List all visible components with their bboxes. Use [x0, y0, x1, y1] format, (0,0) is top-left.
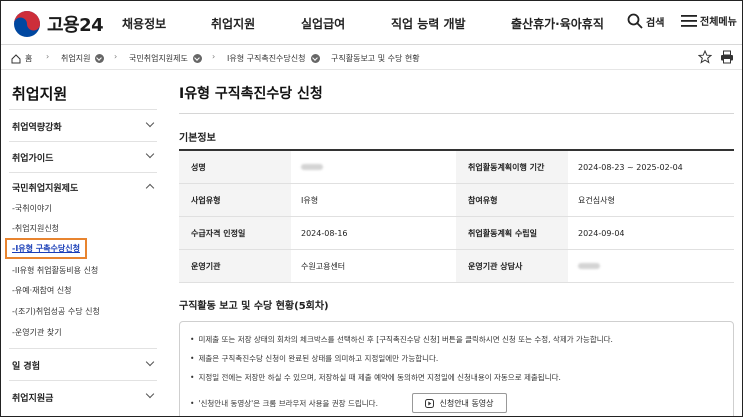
- table-row: 사업유형 I유형 참여유형 요건심사형: [179, 184, 734, 217]
- label-program-type: 사업유형: [179, 184, 291, 216]
- breadcrumb-item-current: 구직활동보고 및 수당 현황: [331, 54, 420, 63]
- hamburger-menu-icon: [681, 14, 697, 27]
- masked-value: [301, 164, 323, 170]
- divider: [9, 380, 157, 381]
- notice-item: 미제출 또는 저장 상태의 회차의 체크박스를 선택하신 후 [구직촉진수당 신…: [190, 334, 612, 345]
- divider: [9, 348, 157, 349]
- chevron-down-icon[interactable]: [145, 389, 155, 399]
- chevron-down-icon[interactable]: [145, 357, 155, 367]
- divider: [9, 172, 157, 173]
- label-participation-type: 참여유형: [456, 184, 568, 216]
- value-counselor: [568, 250, 734, 282]
- label-plan-date: 취업활동계획 수립일: [456, 217, 568, 249]
- report-title: 구직활동 보고 및 수당 현황(5회차): [179, 301, 329, 312]
- breadcrumb: 홈 › 취업지원 › 국민취업지원제도 › I유형 구직촉진수당신청 › 구직활…: [1, 46, 742, 70]
- sidebar-item-work-experience[interactable]: 일 경험: [12, 359, 40, 372]
- sidebar-title: 취업지원: [12, 85, 68, 103]
- star-icon[interactable]: [698, 50, 712, 64]
- notice-item: 지정일 전에는 저장만 하실 수 있으며, 저장하실 때 제출 예약에 동의하면…: [190, 372, 560, 383]
- site-header: 고용24 채용정보 취업지원 실업급여 직업 능력 개발 출산휴가·육아휴직 검…: [1, 1, 742, 45]
- logo-text: 고용24: [47, 15, 104, 36]
- search-icon: [627, 13, 643, 29]
- label-agency: 운영기관: [179, 250, 291, 282]
- sidebar-item-national-program[interactable]: 국민취업지원제도: [12, 181, 78, 194]
- dropdown-dot-icon[interactable]: [192, 54, 202, 63]
- all-menu-label: 전체메뉴: [700, 17, 737, 28]
- breadcrumb-item-2[interactable]: 국민취업지원제도: [129, 53, 202, 64]
- page-title: I유형 구직촉진수당 신청: [179, 86, 323, 102]
- sidebar-subitem-apply[interactable]: -취업지원신청: [12, 223, 59, 234]
- notice-item: 제출은 구직촉진수당 신청이 완료된 상태를 의미하고 지정일에만 가능합니다.: [190, 353, 438, 364]
- guide-video-label: 신청안내 동영상: [439, 398, 494, 408]
- breadcrumb-separator-icon: ›: [317, 52, 321, 61]
- value-eligibility-date: 2024-08-16: [301, 228, 348, 238]
- sidebar-subitem-deferral[interactable]: -유예·재참여 신청: [12, 285, 72, 296]
- sidebar-subitem-type2-cost[interactable]: -II유형 취업활동비용 신청: [12, 265, 98, 276]
- sidebar-subitem-success-allowance[interactable]: -(조기)취업성공 수당 신청: [12, 306, 100, 317]
- nav-item-vocational-training[interactable]: 직업 능력 개발: [391, 15, 466, 32]
- value-participation-type: 요건심사형: [578, 195, 615, 205]
- basic-info-title: 기본정보: [179, 133, 216, 144]
- divider: [179, 113, 734, 114]
- sidebar-subitem-type1-allowance[interactable]: -I유형 구촉수당신청: [5, 238, 87, 259]
- chevron-down-icon[interactable]: [145, 149, 155, 159]
- basic-info-table: 성명 취업활동계획이행 기간 2024-08-23 ~ 2025-02-04 사…: [179, 149, 734, 283]
- sidebar-subitem-story[interactable]: -국취이야기: [12, 203, 52, 214]
- breadcrumb-item-1[interactable]: 취업지원: [61, 53, 105, 64]
- breadcrumb-separator-icon: ›: [114, 52, 118, 61]
- sidebar-item-guide[interactable]: 취업가이드: [12, 151, 53, 164]
- nav-item-employment-support[interactable]: 취업지원: [211, 15, 255, 32]
- value-name: [291, 151, 456, 183]
- all-menu-button[interactable]: 전체메뉴: [681, 13, 737, 28]
- search-button[interactable]: 검색: [627, 13, 664, 29]
- dropdown-dot-icon[interactable]: [95, 54, 105, 63]
- masked-value: [578, 263, 600, 269]
- guide-video-button[interactable]: 신청안내 동영상: [412, 393, 507, 413]
- sidebar-item-subsidy[interactable]: 취업지원금: [12, 391, 53, 404]
- label-eligibility-date: 수급자격 인정일: [179, 217, 291, 249]
- label-name: 성명: [179, 151, 291, 183]
- nav-item-job-info[interactable]: 채용정보: [122, 15, 166, 32]
- breadcrumb-home[interactable]: 홈: [11, 53, 32, 64]
- search-label: 검색: [646, 17, 665, 29]
- page-frame: 고용24 채용정보 취업지원 실업급여 직업 능력 개발 출산휴가·육아휴직 검…: [0, 0, 743, 417]
- divider: [9, 109, 157, 110]
- table-row: 운영기관 수원고용센터 운영기관 상담사: [179, 250, 734, 283]
- value-program-type: I유형: [301, 195, 319, 205]
- value-plan-date: 2024-09-04: [578, 228, 625, 238]
- breadcrumb-item-3[interactable]: I유형 구직촉진수당신청: [227, 53, 320, 64]
- home-icon: [11, 53, 21, 63]
- nav-item-unemployment-benefit[interactable]: 실업급여: [301, 15, 345, 32]
- notice-box: 미제출 또는 저장 상태의 회차의 체크박스를 선택하신 후 [구직촉진수당 신…: [179, 321, 734, 416]
- site-logo[interactable]: 고용24: [13, 10, 104, 38]
- breadcrumb-separator-icon: ›: [212, 52, 216, 61]
- sidebar: 취업지원 취업역량강화 취업가이드 국민취업지원제도 -국취이야기 -취업지원신…: [1, 71, 164, 416]
- chevron-down-icon[interactable]: [145, 118, 155, 128]
- main-content: I유형 구직촉진수당 신청 기본정보 성명 취업활동계획이행 기간 2024-0…: [164, 71, 742, 416]
- play-icon: [425, 398, 435, 408]
- label-plan-period: 취업활동계획이행 기간: [456, 151, 568, 183]
- breadcrumb-separator-icon: ›: [46, 52, 50, 61]
- print-icon[interactable]: [720, 50, 734, 64]
- table-row: 성명 취업활동계획이행 기간 2024-08-23 ~ 2025-02-04: [179, 151, 734, 184]
- nav-item-parental-leave[interactable]: 출산휴가·육아휴직: [511, 15, 604, 32]
- sidebar-item-capacity[interactable]: 취업역량강화: [12, 120, 62, 133]
- value-agency: 수원고용센터: [301, 261, 346, 271]
- sidebar-subitem-find-agency[interactable]: -운영기관 찾기: [12, 327, 62, 338]
- chevron-up-icon[interactable]: [145, 183, 155, 193]
- label-counselor: 운영기관 상담사: [456, 250, 568, 282]
- divider: [9, 141, 157, 142]
- table-row: 수급자격 인정일 2024-08-16 취업활동계획 수립일 2024-09-0…: [179, 217, 734, 250]
- notice-item: '신청안내 동영상'은 크롬 브라우저 사용을 권장 드립니다.: [190, 398, 378, 409]
- taegeuk-logo-icon: [14, 11, 40, 37]
- breadcrumb-tools: [698, 50, 734, 64]
- value-plan-period: 2024-08-23 ~ 2025-02-04: [578, 162, 683, 172]
